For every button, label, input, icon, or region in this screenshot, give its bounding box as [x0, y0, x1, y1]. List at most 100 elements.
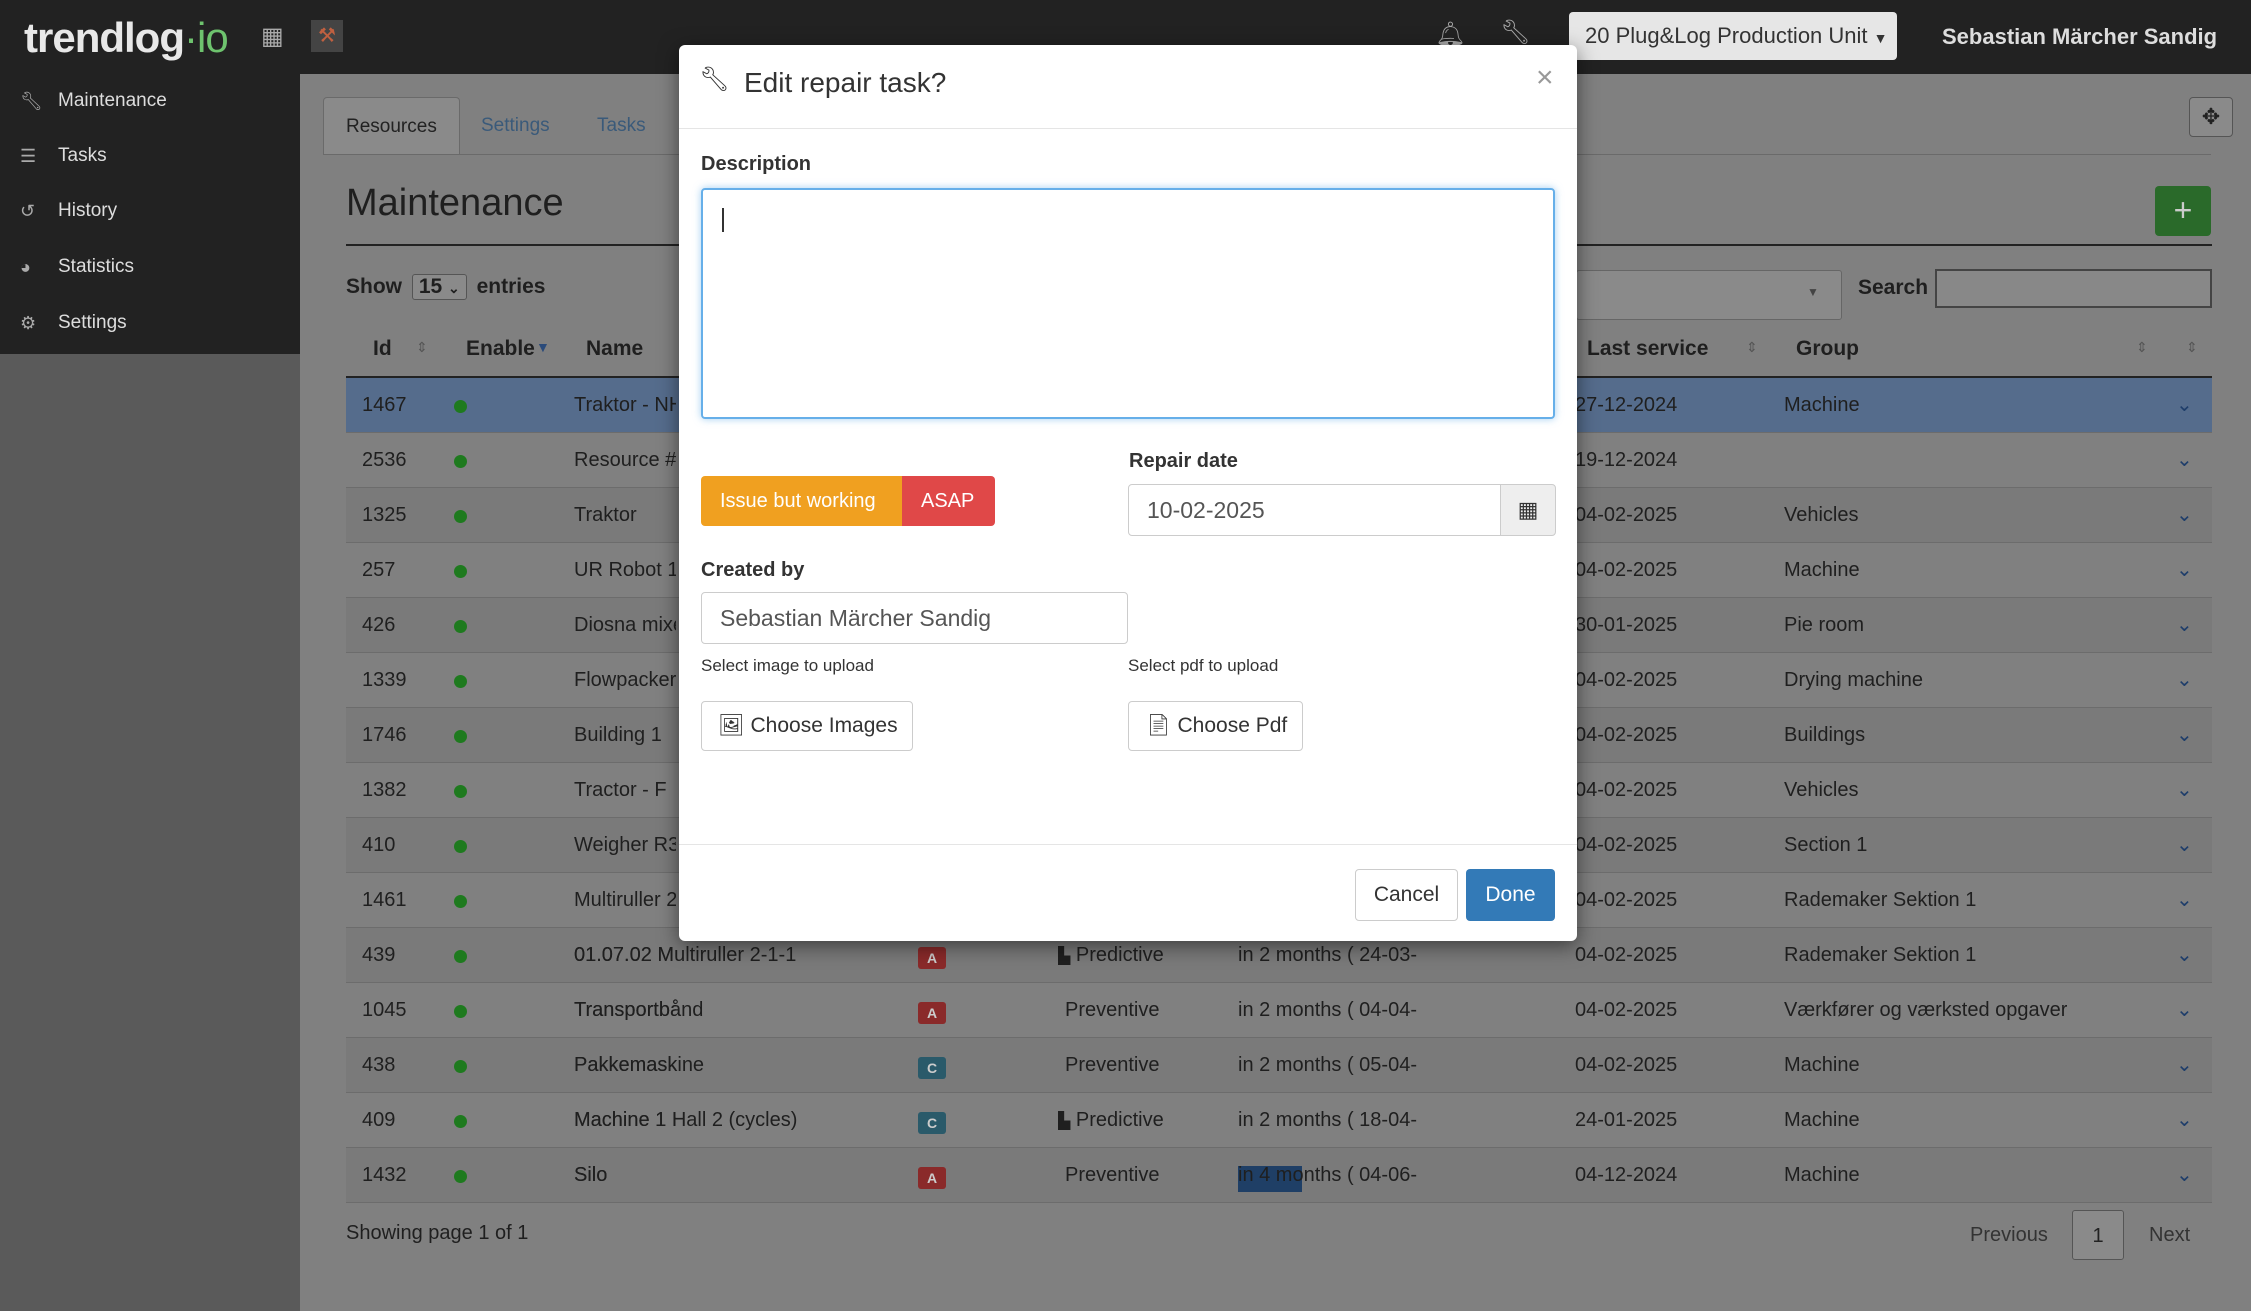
column-last-service[interactable]: Last service [1587, 325, 1708, 375]
chevron-down-icon[interactable]: ⌄ [2176, 1093, 2193, 1148]
priority-asap-button[interactable]: ASAP [902, 476, 995, 526]
edit-repair-modal: 🔧︎ Edit repair task? × Description Issue… [679, 45, 1577, 941]
user-name[interactable]: Sebastian Märcher Sandig [1942, 24, 2217, 50]
table-row[interactable]: 409Machine 1 Hall 2 (cycles)CMachine 1 H… [346, 1093, 2212, 1148]
page-1-button[interactable]: 1 [2072, 1210, 2124, 1260]
chevron-down-icon[interactable]: ⌄ [2176, 598, 2193, 653]
enabled-status-dot [454, 730, 467, 743]
next-page-button[interactable]: Next [2149, 1210, 2190, 1260]
table-row[interactable]: 1045TransportbåndATransportbåndPreventiv… [346, 983, 2212, 1038]
row-name[interactable]: Diosna mixe [574, 598, 676, 653]
sidebar-item-history[interactable]: ↺ History [0, 184, 300, 238]
table-row[interactable]: 1432 Silo A Silo Preventive in 4 months ( 04-… [346, 1148, 2212, 1203]
move-icon[interactable]: ✥ [2189, 97, 2233, 137]
sort-icon: ⇕ [2136, 339, 2148, 355]
previous-page-button[interactable]: Previous [1970, 1210, 2048, 1260]
row-group: Machine [1784, 1054, 1860, 1076]
choose-images-button[interactable]: 🖼︎ Choose Images [701, 701, 913, 751]
criticality-badge: A [918, 1002, 946, 1024]
chevron-down-icon[interactable]: ⌄ [2176, 983, 2193, 1038]
chevron-down-icon[interactable]: ⌄ [2176, 1148, 2193, 1203]
grid-icon[interactable]: ▦ [261, 22, 284, 51]
row-name[interactable]: Resource # [574, 433, 676, 488]
production-unit-dropdown[interactable]: 20 Plug&Log Production Unit ▼ [1569, 12, 1897, 60]
row-last-service: 27-12-2024 [1575, 394, 1678, 416]
group-filter-select[interactable]: ▼ [1576, 270, 1842, 320]
chevron-down-icon[interactable]: ⌄ [2176, 488, 2193, 543]
row-name[interactable]: Multiruller 2 [574, 873, 676, 928]
repair-date-input[interactable]: 10-02-2025 [1128, 484, 1501, 536]
chevron-down-icon[interactable]: ⌄ [2176, 873, 2193, 928]
wrench-icon[interactable]: 🔧︎ [1500, 18, 1530, 47]
row-name[interactable]: Silo [574, 1148, 904, 1203]
row-name[interactable]: UR Robot 1 [574, 543, 676, 598]
enabled-status-dot [454, 1060, 467, 1073]
row-name[interactable]: Flowpacker [574, 653, 676, 708]
enabled-status-dot [454, 950, 467, 963]
enabled-status-dot [454, 895, 467, 908]
search-label: Search [1858, 276, 1929, 299]
chevron-down-icon[interactable]: ⌄ [2176, 433, 2193, 488]
enabled-status-dot [454, 785, 467, 798]
row-name[interactable]: Machine 1 Hall 2 (cycles) [574, 1093, 904, 1148]
row-name[interactable]: Pakkemaskine [574, 1038, 904, 1093]
row-id: 439 [362, 944, 396, 966]
tab-tasks[interactable]: Tasks [575, 97, 668, 155]
row-name[interactable]: Traktor [574, 488, 676, 543]
chevron-down-icon[interactable]: ⌄ [2176, 1038, 2193, 1093]
row-last-service: 04-02-2025 [1575, 504, 1678, 526]
tab-resources[interactable]: Resources [323, 97, 460, 155]
entries-select[interactable]: 15 ⌄ [411, 274, 467, 300]
chevron-down-icon[interactable]: ⌄ [2176, 763, 2193, 818]
row-name[interactable]: Weigher R3 [574, 818, 676, 873]
row-name[interactable]: Building 1 [574, 708, 676, 763]
row-last-service: 04-02-2025 [1575, 889, 1678, 911]
text-caret [722, 208, 724, 232]
priority-issue-button[interactable]: Issue but working [701, 476, 902, 526]
sidebar-item-tasks[interactable]: ☰ Tasks [0, 129, 300, 183]
enabled-status-dot [454, 620, 467, 633]
row-group: Section 1 [1784, 834, 1868, 856]
maintenance-type: ▙ Predictive [1058, 1109, 1164, 1131]
search-input[interactable] [1935, 269, 2212, 308]
row-group: Machine [1784, 1164, 1860, 1186]
row-name[interactable]: Traktor - NH [574, 378, 676, 433]
row-last-service: 04-02-2025 [1575, 944, 1678, 966]
sidebar-item-settings[interactable]: ⚙ Settings [0, 296, 300, 350]
tool-icon[interactable]: ⚒ [311, 20, 343, 52]
table-row[interactable]: 438PakkemaskineCPakkemaskinePreventivein… [346, 1038, 2212, 1093]
column-enable[interactable]: Enable [466, 325, 535, 375]
column-name[interactable]: Name [586, 325, 643, 375]
sidebar-item-statistics[interactable]: ◕ Statistics [0, 240, 300, 294]
row-name[interactable]: Transportbånd [574, 983, 904, 1038]
cancel-button[interactable]: Cancel [1355, 869, 1458, 921]
done-button[interactable]: Done [1466, 869, 1555, 921]
column-id[interactable]: Id [373, 325, 392, 375]
enabled-status-dot [454, 675, 467, 688]
wrench-icon: 🔧︎ [699, 66, 730, 93]
row-name[interactable]: Tractor - F [574, 763, 676, 818]
chevron-down-icon[interactable]: ⌄ [2176, 378, 2193, 433]
chevron-down-icon[interactable]: ⌄ [2176, 653, 2193, 708]
criticality-badge: A [918, 1167, 946, 1189]
row-id: 1461 [362, 889, 407, 911]
chevron-down-icon[interactable]: ⌄ [2176, 708, 2193, 763]
add-resource-button[interactable]: + [2155, 186, 2211, 236]
row-group: Buildings [1784, 724, 1866, 746]
app-logo[interactable]: trendlog·io [24, 14, 229, 62]
chevron-down-icon[interactable]: ⌄ [2176, 543, 2193, 598]
close-icon[interactable]: × [1536, 61, 1554, 95]
column-group[interactable]: Group [1796, 325, 1859, 375]
calendar-icon[interactable]: ▦ [1500, 484, 1556, 536]
sidebar-item-maintenance[interactable]: 🔧︎ Maintenance [0, 74, 300, 128]
chevron-down-icon[interactable]: ⌄ [2176, 818, 2193, 873]
choose-pdf-button[interactable]: 📄︎ Choose Pdf [1128, 701, 1303, 751]
sidebar: 🔧︎ Maintenance ☰ Tasks ↺ History ◕ Statistic… [0, 74, 300, 354]
row-last-service: 04-02-2025 [1575, 999, 1678, 1021]
tab-settings[interactable]: Settings [459, 97, 572, 155]
repair-date-label: Repair date [1129, 450, 1238, 472]
chevron-down-icon[interactable]: ⌄ [2176, 928, 2193, 983]
created-by-input[interactable]: Sebastian Märcher Sandig [701, 592, 1128, 644]
maintenance-type: Preventive [1065, 1164, 1160, 1186]
description-textarea[interactable] [701, 188, 1555, 419]
